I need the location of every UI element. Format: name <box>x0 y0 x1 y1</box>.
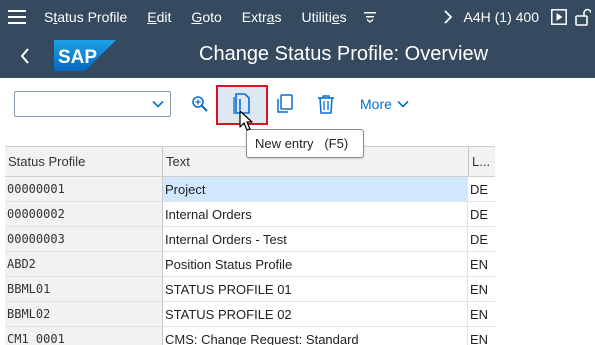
back-button[interactable] <box>0 33 50 78</box>
cell-text-input[interactable]: Internal Orders <box>162 202 468 227</box>
delete-icon <box>318 95 334 114</box>
copy-button[interactable] <box>272 91 298 117</box>
table-row[interactable]: ABD2 Position Status Profile EN <box>5 252 495 277</box>
back-arrow-icon <box>20 47 29 64</box>
table-row[interactable]: 00000001 Project DE <box>5 177 495 202</box>
variant-dropdown[interactable] <box>14 91 171 117</box>
cell-language: DE <box>468 227 495 252</box>
delete-button[interactable] <box>313 91 339 117</box>
chevron-right-icon[interactable] <box>436 0 460 33</box>
menu-more-icon[interactable] <box>357 0 383 33</box>
mouse-cursor-icon <box>239 110 253 131</box>
cell-language: EN <box>468 302 495 327</box>
more-button[interactable]: More <box>360 96 409 112</box>
new-entry-tooltip: New entry (F5) <box>246 129 364 158</box>
chevron-down-icon <box>152 100 164 108</box>
menu-extras[interactable]: Extras <box>232 9 292 25</box>
more-label: More <box>360 96 392 112</box>
cell-status-profile: BBML02 <box>5 302 162 327</box>
cell-text-input[interactable]: CMS: Change Request: Standard <box>162 327 468 345</box>
table-row[interactable]: BBML02 STATUS PROFILE 02 EN <box>5 302 495 327</box>
cell-language: EN <box>468 327 495 345</box>
table-row[interactable]: 00000003 Internal Orders - Test DE <box>5 227 495 252</box>
cell-language: DE <box>468 202 495 227</box>
zoom-in-icon <box>192 96 208 112</box>
cell-status-profile: 00000002 <box>5 202 162 227</box>
system-info: A4H (1) 400 <box>463 8 539 25</box>
chevron-down-icon <box>397 100 409 108</box>
column-header-status-profile[interactable]: Status Profile <box>5 147 162 176</box>
page-title: Change Status Profile: Overview <box>199 43 489 65</box>
menu-utilities[interactable]: Utilities <box>291 9 356 25</box>
menu-status-profile[interactable]: Status Profile <box>34 9 137 25</box>
cell-text-input[interactable]: STATUS PROFILE 02 <box>162 302 468 327</box>
cell-language: DE <box>468 177 495 202</box>
cell-status-profile: 00000003 <box>5 227 162 252</box>
menu-edit[interactable]: Edit <box>137 9 181 25</box>
cell-language: EN <box>468 252 495 277</box>
zoom-in-button[interactable] <box>187 91 213 117</box>
cell-status-profile: 00000001 <box>5 177 162 202</box>
play-icon[interactable] <box>547 0 571 33</box>
menu-bar: Status Profile Edit Goto Extras Utilitie… <box>0 0 595 33</box>
unlock-icon[interactable] <box>571 0 595 33</box>
cell-text-input[interactable]: STATUS PROFILE 01 <box>162 277 468 302</box>
table-row[interactable]: CM1_0001 CMS: Change Request: Standard E… <box>5 327 495 345</box>
table-row[interactable]: 00000002 Internal Orders DE <box>5 202 495 227</box>
menu-goto[interactable]: Goto <box>181 9 231 25</box>
cell-text-input[interactable]: Internal Orders - Test <box>162 227 468 252</box>
cell-text-input[interactable]: Project <box>162 177 468 202</box>
cell-text-input[interactable]: Position Status Profile <box>162 252 468 277</box>
cell-language: EN <box>468 277 495 302</box>
cell-status-profile: ABD2 <box>5 252 162 277</box>
table-row[interactable]: BBML01 STATUS PROFILE 01 EN <box>5 277 495 302</box>
cell-status-profile: BBML01 <box>5 277 162 302</box>
status-profile-table: Status Profile Text L... 00000001 Projec… <box>5 146 495 345</box>
sap-logo: SAP <box>54 40 116 71</box>
hamburger-icon[interactable] <box>0 0 34 33</box>
copy-icon <box>277 94 293 113</box>
sap-logo-text: SAP <box>58 47 97 68</box>
cell-status-profile: CM1_0001 <box>5 327 162 345</box>
column-header-language[interactable]: L... <box>468 147 495 176</box>
